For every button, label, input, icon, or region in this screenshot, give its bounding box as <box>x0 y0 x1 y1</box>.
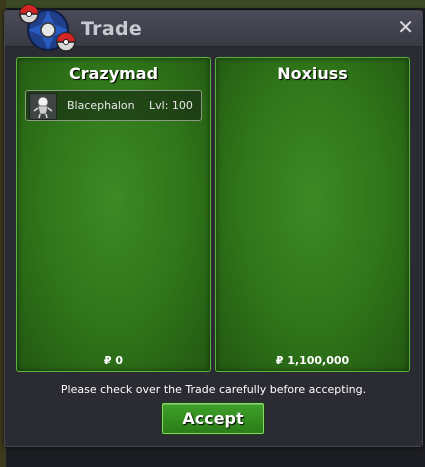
offer-panel-left: Crazymad Blacephalon Lvl: 100 ₽ 0 <box>16 57 211 372</box>
accept-button[interactable]: Accept <box>162 403 264 434</box>
money-offer-left: ₽ 0 <box>103 354 124 367</box>
trade-notice: Please check over the Trade carefully be… <box>60 383 367 396</box>
trade-item-blacephalon[interactable]: Blacephalon Lvl: 100 <box>25 90 202 121</box>
item-name: Blacephalon <box>67 99 135 112</box>
pokeball-logo-icon <box>19 4 76 52</box>
offer-panel-right: Noxiuss ₽ 1,100,000 <box>215 57 410 372</box>
window-title: Trade <box>81 18 143 40</box>
player-name-right: Noxiuss <box>277 64 348 83</box>
money-offer-right: ₽ 1,100,000 <box>275 354 350 367</box>
close-icon[interactable]: ✕ <box>397 17 414 37</box>
trade-window: Trade ✕ Crazymad Blacephalon Lvl: 100 ₽ … <box>4 4 423 447</box>
item-level: Lvl: 100 <box>149 99 193 112</box>
player-name-left: Crazymad <box>68 64 159 83</box>
blacephalon-sprite-icon <box>29 93 57 120</box>
